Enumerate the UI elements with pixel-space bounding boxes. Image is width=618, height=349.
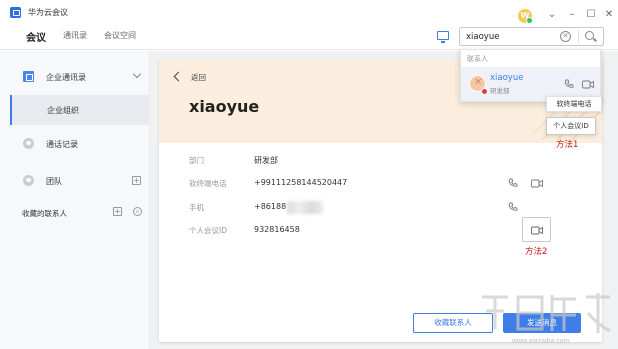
address-book-icon <box>23 71 34 82</box>
field-value-meeting-id: 932816458 <box>254 225 300 234</box>
sidebar-item-enterprise-org[interactable]: 企业组织 <box>10 95 150 125</box>
redacted-phone-digits <box>287 201 323 214</box>
search-icon[interactable] <box>585 31 594 40</box>
add-favorite-icon[interactable]: + <box>113 207 122 216</box>
field-value-department: 研发部 <box>254 156 278 165</box>
field-label-department: 部门 <box>189 156 204 165</box>
main-nav: 会议 通讯录 会议空间 ✕ <box>0 24 618 50</box>
annotation-method-1: 方法1 <box>556 140 579 150</box>
meeting-id-video-button[interactable] <box>522 217 551 242</box>
tab-contacts[interactable]: 通讯录 <box>63 30 87 41</box>
sidebar-item-label: 企业组织 <box>47 106 79 115</box>
annotation-method-2: 方法2 <box>525 247 548 257</box>
add-team-icon[interactable]: + <box>132 176 141 185</box>
sidebar-item-label: 收藏的联系人 <box>22 209 67 218</box>
app-title: 华为云会议 <box>28 8 68 17</box>
site-watermark-logo: www.xiazaiba.com <box>482 293 611 345</box>
back-button[interactable]: 返回 <box>191 72 206 83</box>
user-avatar[interactable]: W <box>518 9 533 24</box>
video-call-softphone-icon[interactable] <box>531 179 543 188</box>
dropdown-section-header: 联系人 <box>467 55 488 63</box>
sidebar-item-call-records[interactable]: 通话记录 <box>0 129 150 159</box>
call-mobile-icon[interactable] <box>508 202 518 212</box>
app-logo-icon <box>10 7 21 18</box>
team-icon <box>23 175 34 186</box>
tab-meetings[interactable]: 会议 <box>26 29 46 44</box>
search-divider <box>578 30 579 43</box>
sidebar-item-label: 团队 <box>46 177 62 186</box>
minimize-icon[interactable]: – <box>566 9 578 21</box>
result-phone-icon[interactable] <box>564 79 574 89</box>
field-label-mobile: 手机 <box>189 203 204 212</box>
manage-favorites-icon[interactable]: ⌕ <box>133 207 142 216</box>
field-label-softphone: 软终端电话 <box>189 179 227 188</box>
sidebar-item-label: 企业通讯录 <box>46 73 86 82</box>
result-video-icon[interactable] <box>582 80 594 89</box>
clear-search-icon[interactable]: ✕ <box>560 31 571 42</box>
search-box: ✕ <box>459 27 604 46</box>
video-camera-icon <box>531 226 543 235</box>
search-results-dropdown: 联系人 xiaoyue 研发部 <box>460 49 601 102</box>
result-contact-department: 研发部 <box>490 87 510 95</box>
softphone-call-option[interactable]: 软终端电话 <box>546 96 602 112</box>
contact-name: xiaoyue <box>189 97 260 116</box>
sidebar-item-favorites[interactable]: 收藏的联系人 + ⌕ <box>0 198 150 228</box>
call-record-icon <box>23 138 34 149</box>
chevron-down-icon[interactable] <box>132 69 142 79</box>
maximize-icon[interactable]: ☐ <box>585 9 597 21</box>
svg-text:www.xiazaiba.com: www.xiazaiba.com <box>511 338 570 345</box>
title-bar: 华为云会议 W ⌄ – ☐ ✕ <box>0 0 618 24</box>
sidebar-item-team[interactable]: 团队 + <box>0 167 150 197</box>
field-value-softphone: +99111258144520447 <box>254 178 348 187</box>
screen-share-icon[interactable] <box>437 31 449 43</box>
field-label-meeting-id: 个人会议ID <box>189 226 227 235</box>
call-softphone-icon[interactable] <box>508 178 518 188</box>
close-icon[interactable]: ✕ <box>603 9 615 21</box>
sidebar-item-enterprise-directory[interactable]: 企业通讯录 <box>0 61 150 91</box>
meeting-id-call-option[interactable]: 个人会议ID <box>546 117 596 135</box>
menu-chevron-icon[interactable]: ⌄ <box>546 9 558 21</box>
sidebar-item-label: 通话记录 <box>46 140 78 149</box>
back-icon[interactable] <box>173 71 184 82</box>
sidebar: 企业通讯录 企业组织 通话记录 团队 + 收藏的联系人 + ⌕ <box>0 51 150 349</box>
contact-avatar <box>469 75 488 95</box>
search-input[interactable] <box>466 30 561 44</box>
result-contact-name: xiaoyue <box>490 73 524 83</box>
field-value-mobile: +86188 <box>254 202 287 211</box>
tab-meeting-space[interactable]: 会议空间 <box>104 30 136 41</box>
